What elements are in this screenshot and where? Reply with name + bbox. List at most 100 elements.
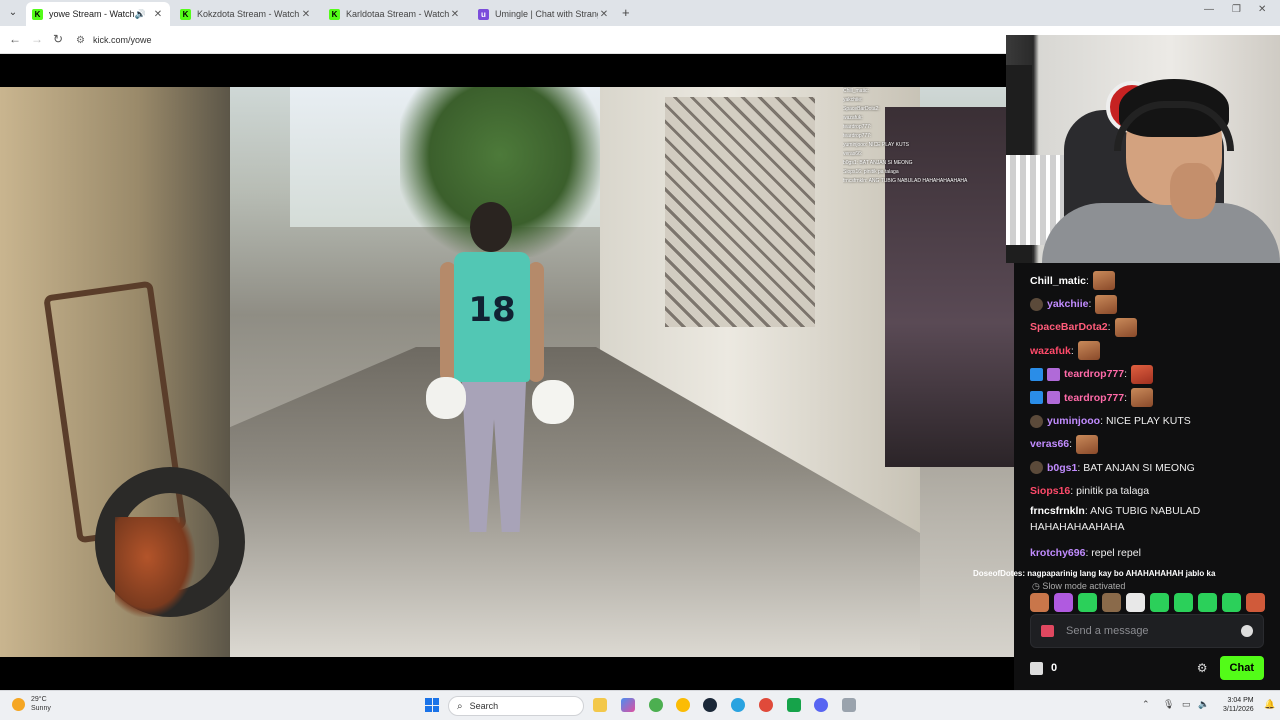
chat-username[interactable]: wazafuk xyxy=(1030,345,1071,357)
tab-title: Kokzdota Stream - Watch Live o xyxy=(197,9,300,19)
quick-emote-icon[interactable] xyxy=(1054,593,1073,612)
quick-emote-icon[interactable] xyxy=(1198,593,1217,612)
system-clock[interactable]: 3:04 PM 3/11/2026 xyxy=(1223,696,1254,714)
chat-message-input[interactable] xyxy=(1066,625,1241,637)
chat-message: yuminjooo: NICE PLAY KUTS xyxy=(1030,409,1280,432)
video-jersey: 18 xyxy=(454,252,530,382)
level-badge-icon[interactable] xyxy=(1030,461,1043,475)
tab-close-icon[interactable]: ✕ xyxy=(152,9,164,20)
emoji-picker-icon[interactable] xyxy=(1241,625,1253,637)
tab-close-icon[interactable]: ✕ xyxy=(449,9,461,20)
tab-umingle[interactable]: u Umingle | Chat with Strangers o ✕ xyxy=(472,2,616,26)
new-tab-button[interactable]: + xyxy=(622,5,630,20)
chat-username[interactable]: frncsfrnkln xyxy=(1030,505,1085,517)
microphone-icon[interactable]: 🎙 xyxy=(1163,699,1174,710)
gift-badge-icon[interactable] xyxy=(1047,367,1060,381)
chat-emote-icon xyxy=(1095,294,1118,314)
gift-icon[interactable] xyxy=(1041,625,1054,637)
quick-emote-icon[interactable] xyxy=(1102,593,1121,612)
clock-time: 3:04 PM xyxy=(1227,697,1254,704)
site-info-icon[interactable]: ⚙ xyxy=(76,35,85,46)
gift-badge-icon[interactable] xyxy=(1047,391,1060,405)
forward-arrow-icon[interactable]: → xyxy=(31,32,43,46)
reload-icon[interactable]: ↻ xyxy=(53,32,63,46)
restore-icon[interactable]: ❐ xyxy=(1232,4,1241,15)
windows-start-icon[interactable] xyxy=(425,698,439,712)
video-person-walking: 18 xyxy=(426,202,574,562)
copilot-icon[interactable] xyxy=(621,698,635,712)
browser-tab-bar: ⌄ K yowe Stream - Watch Live o 🔊 ✕ K Kok… xyxy=(0,0,1280,26)
tab-close-icon[interactable]: ✕ xyxy=(598,9,610,20)
chat-panel: Chill_matic: yakchiie: SpaceBarDota2: wa… xyxy=(973,263,1280,690)
overlay-chat-line: b0gs1: BAT ANJAN SI MEONG xyxy=(843,160,913,166)
steam-icon[interactable] xyxy=(703,698,717,712)
snipping-tool-icon[interactable] xyxy=(842,698,856,712)
notification-bell-icon[interactable]: 🔔 xyxy=(1264,699,1275,710)
chat-emote-icon xyxy=(1092,271,1115,291)
overlay-chat-line: teardrop777: xyxy=(843,133,872,139)
tab-kokzdota[interactable]: K Kokzdota Stream - Watch Live o ✕ xyxy=(174,2,318,26)
kick-icon: K xyxy=(32,8,43,20)
tray-chevron-icon[interactable]: ⌃ xyxy=(1142,699,1150,710)
send-chat-button[interactable]: Chat xyxy=(1219,656,1264,680)
discord-icon[interactable] xyxy=(814,698,828,712)
video-window-grill xyxy=(665,97,815,327)
chat-username[interactable]: krotchy696 xyxy=(1030,547,1085,559)
chrome-profile-icon[interactable] xyxy=(676,698,690,712)
chat-username[interactable]: DoseofDotes xyxy=(973,569,1022,578)
chat-username[interactable]: yakchiie xyxy=(1047,298,1088,310)
weather-widget[interactable]: 29°C Sunny xyxy=(12,695,51,713)
minimize-icon[interactable]: — xyxy=(1204,4,1214,15)
chat-username[interactable]: SpaceBarDota2 xyxy=(1030,321,1108,333)
back-arrow-icon[interactable]: ← xyxy=(9,32,21,46)
audio-playing-icon[interactable]: 🔊 xyxy=(135,9,146,20)
overlay-chat-line: yakchiie: xyxy=(843,97,863,103)
network-icon[interactable]: ▭ xyxy=(1182,699,1191,710)
taskbar-search[interactable]: ⌕ Search xyxy=(448,696,584,716)
chat-message-list[interactable]: Chill_matic: yakchiie: SpaceBarDota2: wa… xyxy=(1014,263,1280,575)
stream-video-player[interactable]: 18 Chill_matic: yakchiie: SpaceBarDota2:… xyxy=(0,87,1014,657)
kick-stream-page: 18 Chill_matic: yakchiie: SpaceBarDota2:… xyxy=(0,35,1280,690)
chat-username[interactable]: teardrop777 xyxy=(1064,368,1124,380)
chat-username[interactable]: Siops16 xyxy=(1030,485,1070,497)
tab-karldotaa[interactable]: K Karldotaa Stream - Watch Live o ✕ xyxy=(323,2,467,26)
quick-emote-icon[interactable] xyxy=(1246,593,1265,612)
chat-username[interactable]: yuminjooo xyxy=(1047,415,1100,427)
volume-icon[interactable]: 🔈 xyxy=(1198,699,1209,710)
overlay-chat-line: Siops16: pinitik pa talaga xyxy=(843,169,899,175)
quick-emote-icon[interactable] xyxy=(1150,593,1169,612)
chat-username[interactable]: veras66 xyxy=(1030,438,1069,450)
weather-temp: 29°C xyxy=(31,696,47,703)
level-badge-icon[interactable] xyxy=(1030,297,1043,311)
tab-title: Umingle | Chat with Strangers o xyxy=(495,9,598,19)
url-field[interactable]: ⚙ kick.com/yowe xyxy=(76,30,1006,50)
chat-username[interactable]: b0gs1 xyxy=(1047,462,1077,474)
incoming-chat-line: DoseofDotes: nagpaparinig lang kay bo AH… xyxy=(973,569,1216,578)
quick-emote-icon[interactable] xyxy=(1222,593,1241,612)
quick-emote-icon[interactable] xyxy=(1078,593,1097,612)
quick-emote-icon[interactable] xyxy=(1126,593,1145,612)
sun-icon xyxy=(12,697,25,711)
chrome-icon[interactable] xyxy=(649,698,663,712)
file-explorer-icon[interactable] xyxy=(593,698,607,712)
chat-settings-gear-icon[interactable]: ⚙ xyxy=(1197,661,1208,675)
chat-username[interactable]: Chill_matic xyxy=(1030,275,1086,287)
tab-search-chevron-icon[interactable]: ⌄ xyxy=(4,4,22,22)
chat-message: wazafuk: xyxy=(1030,339,1280,362)
quick-emote-icon[interactable] xyxy=(1030,593,1049,612)
channel-points-icon[interactable] xyxy=(1030,661,1043,675)
close-window-icon[interactable]: ✕ xyxy=(1258,4,1266,15)
chrome-active-icon[interactable] xyxy=(759,698,773,712)
tab-close-icon[interactable]: ✕ xyxy=(300,9,312,20)
app-icon[interactable] xyxy=(787,698,801,712)
prime-badge-icon[interactable] xyxy=(1030,367,1043,381)
chat-message: teardrop777: xyxy=(1030,386,1280,409)
tab-yowe[interactable]: K yowe Stream - Watch Live o 🔊 ✕ xyxy=(26,2,170,26)
telegram-icon[interactable] xyxy=(731,698,745,712)
quick-emote-icon[interactable] xyxy=(1174,593,1193,612)
clock-icon: ◷ xyxy=(1032,581,1043,591)
chat-username[interactable]: teardrop777 xyxy=(1064,392,1124,404)
level-badge-icon[interactable] xyxy=(1030,414,1043,428)
prime-badge-icon[interactable] xyxy=(1030,391,1043,405)
chat-emote-icon xyxy=(1131,364,1154,384)
